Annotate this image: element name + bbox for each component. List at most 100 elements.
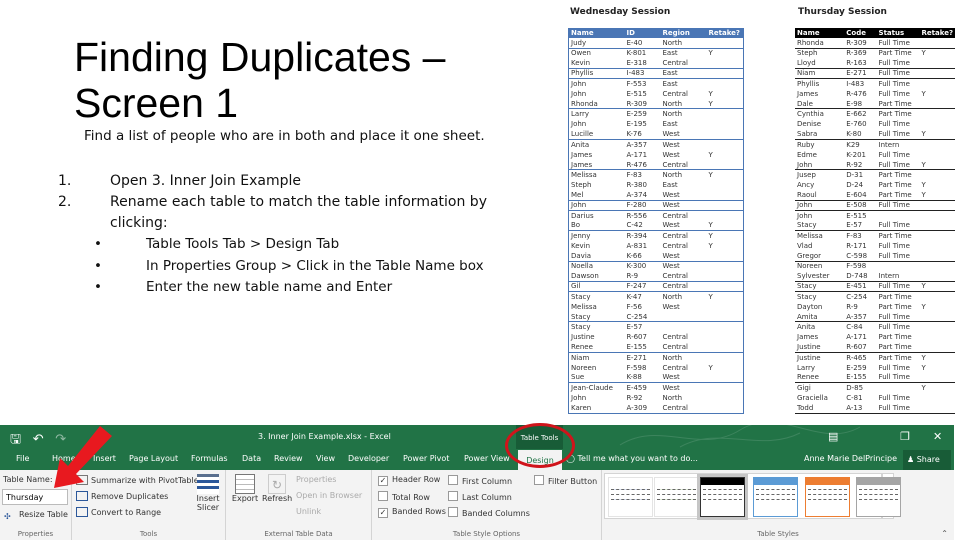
- cell-status[interactable]: Part Time: [877, 231, 920, 241]
- cell-region[interactable]: West: [661, 383, 707, 393]
- cell-status[interactable]: Full Time: [876, 38, 920, 49]
- cell-region[interactable]: West: [661, 139, 707, 149]
- cell-name[interactable]: James: [795, 332, 844, 342]
- col-header-name[interactable]: Name: [795, 28, 845, 38]
- cell-code[interactable]: D-31: [844, 170, 876, 180]
- cell-retake[interactable]: [706, 372, 744, 384]
- cell-name[interactable]: John: [568, 200, 625, 211]
- cell-code[interactable]: E-662: [844, 109, 876, 119]
- cell-name[interactable]: Denise: [795, 119, 844, 129]
- cell-retake[interactable]: [920, 231, 955, 241]
- cell-name[interactable]: Stacy: [795, 292, 844, 302]
- cell-name[interactable]: Jusep: [795, 170, 844, 180]
- cell-name[interactable]: Larry: [795, 363, 844, 373]
- cell-code[interactable]: A-171: [844, 332, 876, 342]
- cell-retake[interactable]: [707, 109, 744, 119]
- total-row-checkbox[interactable]: Total Row: [378, 491, 430, 502]
- cell-name[interactable]: Noella: [569, 261, 625, 271]
- cell-retake[interactable]: [706, 200, 744, 211]
- cell-name[interactable]: Niam: [795, 68, 845, 80]
- tab-data[interactable]: Data: [242, 454, 261, 463]
- cell-code[interactable]: E-604: [844, 190, 877, 201]
- cell-retake[interactable]: [707, 79, 744, 89]
- cell-name[interactable]: Jenny: [569, 231, 625, 241]
- cell-region[interactable]: Central: [660, 403, 707, 414]
- cell-id[interactable]: C-254: [624, 311, 661, 323]
- cell-code[interactable]: E-259: [844, 363, 876, 373]
- cell-retake[interactable]: [707, 332, 744, 342]
- cell-status[interactable]: Full Time: [877, 241, 920, 251]
- cell-code[interactable]: E-155: [844, 372, 877, 384]
- cell-code[interactable]: R-171: [844, 241, 876, 251]
- cell-code[interactable]: C-598: [844, 250, 877, 262]
- cell-retake[interactable]: [706, 159, 744, 171]
- cell-id[interactable]: A-831: [625, 241, 661, 251]
- cell-retake[interactable]: [919, 38, 955, 49]
- cell-name[interactable]: Mel: [568, 190, 625, 201]
- cell-name[interactable]: Sylvester: [795, 271, 845, 282]
- cell-retake[interactable]: Y: [707, 292, 744, 302]
- cell-retake[interactable]: Y: [707, 150, 744, 160]
- cell-retake[interactable]: [706, 190, 744, 201]
- col-header-code[interactable]: Code: [844, 28, 877, 38]
- cell-name[interactable]: Ruby: [795, 139, 844, 149]
- table-style-blue[interactable]: [753, 477, 798, 517]
- cell-name[interactable]: Rhonda: [795, 38, 845, 49]
- cell-id[interactable]: A-374: [624, 190, 661, 201]
- filter-button-checkbox[interactable]: Filter Button: [534, 475, 597, 486]
- cell-id[interactable]: E-515: [625, 89, 661, 99]
- cell-name[interactable]: Stacy: [568, 311, 625, 323]
- cell-name[interactable]: Anita: [569, 139, 625, 149]
- cell-name[interactable]: Lloyd: [795, 58, 845, 69]
- col-header-name[interactable]: Name: [568, 28, 625, 38]
- cell-name[interactable]: Judy: [568, 38, 625, 49]
- cell-retake[interactable]: [920, 119, 955, 129]
- cell-status[interactable]: [877, 210, 920, 220]
- cell-region[interactable]: Central: [660, 58, 707, 69]
- cell-retake[interactable]: [706, 58, 744, 69]
- cell-region[interactable]: West: [661, 302, 707, 312]
- cell-retake[interactable]: Y: [706, 220, 744, 232]
- cell-region[interactable]: West: [660, 220, 707, 232]
- resize-table-button[interactable]: ✣ Resize Table: [4, 510, 68, 522]
- cell-retake[interactable]: [919, 342, 955, 353]
- cell-name[interactable]: Melissa: [569, 170, 625, 180]
- cell-status[interactable]: Full Time: [876, 372, 920, 384]
- cell-id[interactable]: E-40: [624, 38, 661, 49]
- cell-retake[interactable]: Y: [919, 190, 955, 201]
- cell-code[interactable]: R-309: [844, 38, 877, 49]
- cell-status[interactable]: Full Time: [876, 281, 920, 293]
- cell-region[interactable]: North: [660, 38, 707, 49]
- cell-region[interactable]: Central: [661, 231, 707, 241]
- cell-name[interactable]: Stacy: [795, 220, 845, 232]
- cell-name[interactable]: Justine: [795, 342, 845, 353]
- cell-name[interactable]: Kevin: [569, 241, 625, 251]
- share-button[interactable]: ♟ Share: [903, 450, 951, 470]
- cell-retake[interactable]: [706, 342, 744, 353]
- cell-name[interactable]: Niam: [569, 352, 625, 362]
- cell-retake[interactable]: [919, 58, 955, 69]
- cell-region[interactable]: West: [661, 261, 707, 271]
- cell-status[interactable]: Part Time: [877, 292, 920, 302]
- cell-status[interactable]: Intern: [876, 271, 920, 282]
- cell-retake[interactable]: [706, 129, 744, 140]
- cell-name[interactable]: Phyllis: [795, 79, 844, 89]
- cell-region[interactable]: West: [660, 190, 707, 201]
- tab-power-pivot[interactable]: Power Pivot: [403, 454, 449, 463]
- cell-id[interactable]: E-318: [624, 58, 661, 69]
- cell-code[interactable]: C-81: [844, 393, 876, 403]
- cell-retake[interactable]: Y: [919, 159, 955, 171]
- cell-code[interactable]: A-357: [844, 311, 877, 323]
- cell-status[interactable]: Full Time: [877, 89, 920, 99]
- cell-retake[interactable]: [919, 372, 955, 384]
- cell-status[interactable]: Full Time: [876, 68, 920, 80]
- cell-retake[interactable]: Y: [707, 363, 744, 373]
- cell-region[interactable]: Central: [661, 241, 707, 251]
- cell-code[interactable]: E-760: [844, 119, 876, 129]
- cell-retake[interactable]: [919, 250, 955, 262]
- cell-status[interactable]: Part Time: [876, 98, 920, 110]
- cell-retake[interactable]: [919, 311, 955, 323]
- cell-region[interactable]: West: [660, 200, 707, 211]
- cell-region[interactable]: Central: [660, 159, 707, 171]
- cell-code[interactable]: F-598: [844, 261, 876, 271]
